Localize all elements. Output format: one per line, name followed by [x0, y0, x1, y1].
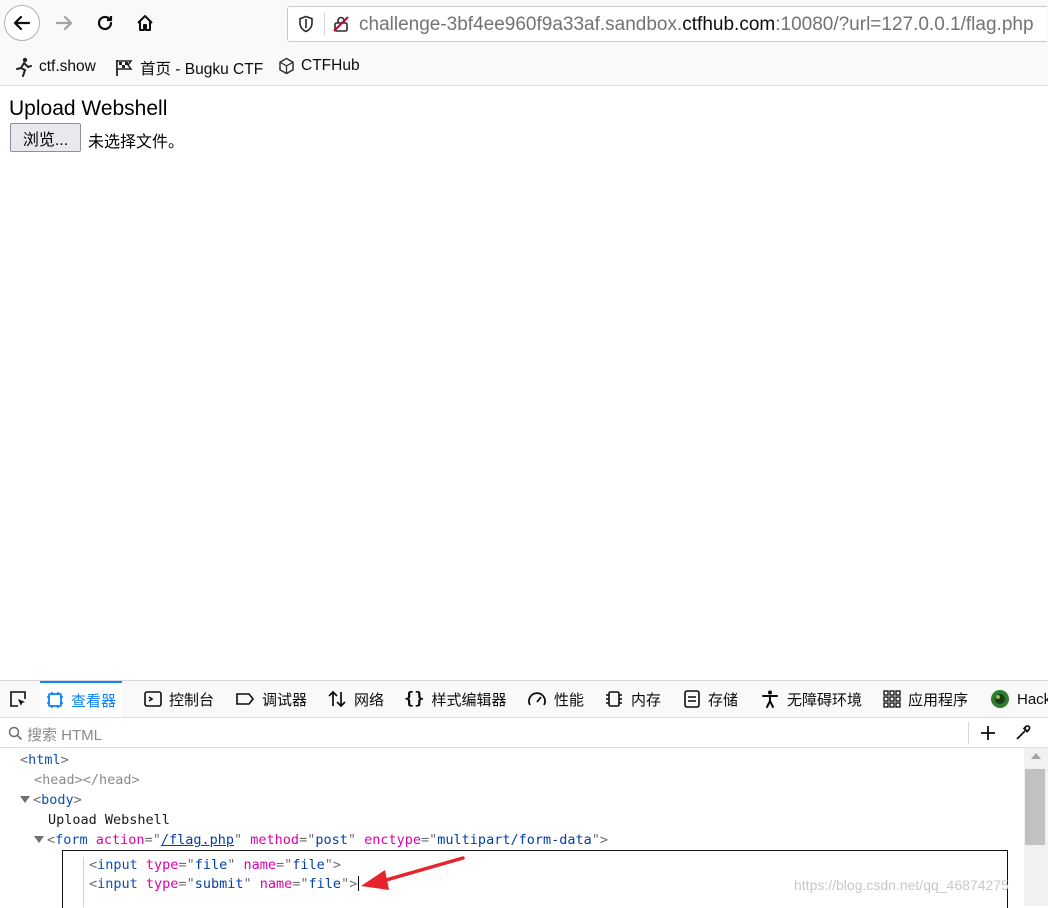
hackbar-icon — [991, 690, 1009, 708]
tab-inspector[interactable]: 查看器 — [40, 681, 123, 717]
attr-name: enctype — [364, 832, 422, 848]
urlbar-separator — [324, 13, 325, 35]
browser-toolbar: challenge-3bf4ee960f9a33af.sandbox.ctfhu… — [0, 0, 1048, 50]
devtools-tabbar: 查看器 控制台 调试器 网络 {} 样式编辑器 性能 内存 存储 无障碍环境 应… — [0, 681, 1048, 718]
url-bar[interactable]: challenge-3bf4ee960f9a33af.sandbox.ctfhu… — [287, 6, 1047, 42]
url-prefix: challenge-3bf4ee960f9a33af.sandbox. — [359, 14, 683, 35]
debugger-icon — [236, 693, 255, 705]
runner-icon — [16, 57, 32, 77]
attr-value: post — [315, 832, 348, 848]
network-icon — [328, 690, 346, 708]
red-arrow-annotation — [361, 856, 465, 890]
element-picker-button[interactable] — [8, 681, 28, 717]
tab-label: 查看器 — [71, 692, 117, 710]
bookmark-ctfhub[interactable]: CTFHub — [278, 57, 360, 75]
tab-label: 应用程序 — [908, 691, 969, 709]
tab-label: 样式编辑器 — [431, 691, 507, 709]
tab-style-editor[interactable]: {} 样式编辑器 — [404, 681, 507, 717]
tab-label: 内存 — [631, 691, 662, 709]
url-domain: ctfhub.com — [682, 14, 776, 35]
search-divider — [968, 722, 969, 744]
expand-triangle-icon[interactable] — [34, 836, 44, 843]
back-button[interactable] — [4, 5, 40, 41]
reload-button[interactable] — [87, 5, 123, 41]
tab-console[interactable]: 控制台 — [144, 681, 214, 717]
bookmark-ctfshow[interactable]: ctf.show — [15, 57, 96, 77]
tab-hackbar[interactable]: Hack — [990, 681, 1048, 717]
storage-icon — [684, 690, 700, 708]
search-icon — [8, 726, 23, 741]
tag-name: html — [28, 752, 61, 768]
tab-debugger[interactable]: 调试器 — [235, 681, 307, 717]
no-file-selected-label: 未选择文件。 — [88, 134, 185, 151]
gauge-icon — [528, 692, 546, 706]
bookmark-label: ctf.show — [39, 58, 96, 75]
node-form[interactable]: <form action="/flag.php" method="post" e… — [34, 830, 608, 850]
forward-button[interactable] — [46, 5, 82, 41]
bookmark-label: 首页 - Bugku CTF — [140, 61, 264, 78]
cube-icon — [279, 57, 294, 75]
tag-name: form — [55, 832, 88, 848]
braces-icon: {} — [404, 689, 425, 709]
html-search-bar: 搜索 HTML — [0, 718, 1048, 748]
arrow-left-icon — [13, 15, 31, 31]
url-suffix: :10080/?url=127.0.0.1/flag.php — [775, 14, 1034, 35]
arrow-right-icon — [55, 15, 73, 31]
attr-link[interactable]: /flag.php — [161, 832, 234, 848]
tab-accessibility[interactable]: 无障碍环境 — [760, 681, 862, 717]
tab-performance[interactable]: 性能 — [527, 681, 584, 717]
bookmark-bugku[interactable]: 首页 - Bugku CTF — [114, 57, 263, 79]
grid-icon — [883, 690, 901, 708]
indent-guide — [83, 857, 84, 907]
attr-name: action — [95, 832, 145, 848]
home-icon — [137, 15, 153, 31]
page-content: Upload Webshell 浏览... 未选择文件。 — [0, 86, 1048, 680]
browse-file-button[interactable]: 浏览... — [10, 123, 81, 152]
home-button[interactable] — [127, 5, 163, 41]
tab-application[interactable]: 应用程序 — [883, 681, 968, 717]
node-html[interactable]: <html> — [20, 750, 69, 770]
reload-icon — [97, 15, 113, 31]
add-node-icon[interactable] — [979, 724, 997, 742]
devtools-panel: 查看器 控制台 调试器 网络 {} 样式编辑器 性能 内存 存储 无障碍环境 应… — [0, 680, 1048, 908]
tag-name: head — [99, 772, 132, 788]
tag-name: head — [42, 772, 75, 788]
eyedropper-icon[interactable] — [1014, 724, 1032, 742]
element-picker-icon — [10, 691, 26, 707]
scroll-up-icon[interactable] — [1031, 752, 1041, 760]
tab-label: Hack — [1017, 690, 1048, 708]
inspector-icon — [47, 692, 63, 708]
flag-icon — [116, 60, 133, 76]
node-text[interactable]: Upload Webshell — [48, 810, 170, 830]
shield-icon[interactable] — [297, 15, 315, 33]
tag-name: body — [41, 792, 74, 808]
page-title: Upload Webshell — [9, 97, 168, 120]
tab-label: 存储 — [708, 691, 739, 709]
accessibility-icon — [762, 690, 778, 708]
tab-label: 性能 — [554, 691, 585, 709]
insecure-lock-icon[interactable] — [332, 15, 350, 33]
tab-label: 调试器 — [262, 691, 308, 709]
tab-storage[interactable]: 存储 — [683, 681, 738, 717]
tab-label: 网络 — [354, 691, 385, 709]
watermark-text: https://blog.csdn.net/qq_46874275 — [794, 877, 1009, 893]
bookmark-label: CTFHub — [301, 57, 360, 74]
attr-value: multipart/form-data — [437, 832, 592, 848]
node-head[interactable]: <head></head> — [34, 770, 140, 790]
url-text[interactable]: challenge-3bf4ee960f9a33af.sandbox.ctfhu… — [359, 14, 1034, 36]
tab-label: 控制台 — [169, 691, 215, 709]
console-icon — [144, 691, 162, 707]
scrollbar-thumb[interactable] — [1025, 769, 1045, 845]
memory-chip-icon — [606, 691, 622, 707]
bookmarks-bar: ctf.show 首页 - Bugku CTF CTFHub — [0, 50, 1048, 86]
tab-network[interactable]: 网络 — [327, 681, 384, 717]
attr-name: method — [250, 832, 300, 848]
node-body[interactable]: <body> — [20, 790, 82, 810]
tab-memory[interactable]: 内存 — [604, 681, 661, 717]
expand-triangle-icon[interactable] — [20, 796, 30, 803]
html-search-input[interactable]: 搜索 HTML — [27, 724, 102, 745]
tab-label: 无障碍环境 — [787, 691, 863, 709]
